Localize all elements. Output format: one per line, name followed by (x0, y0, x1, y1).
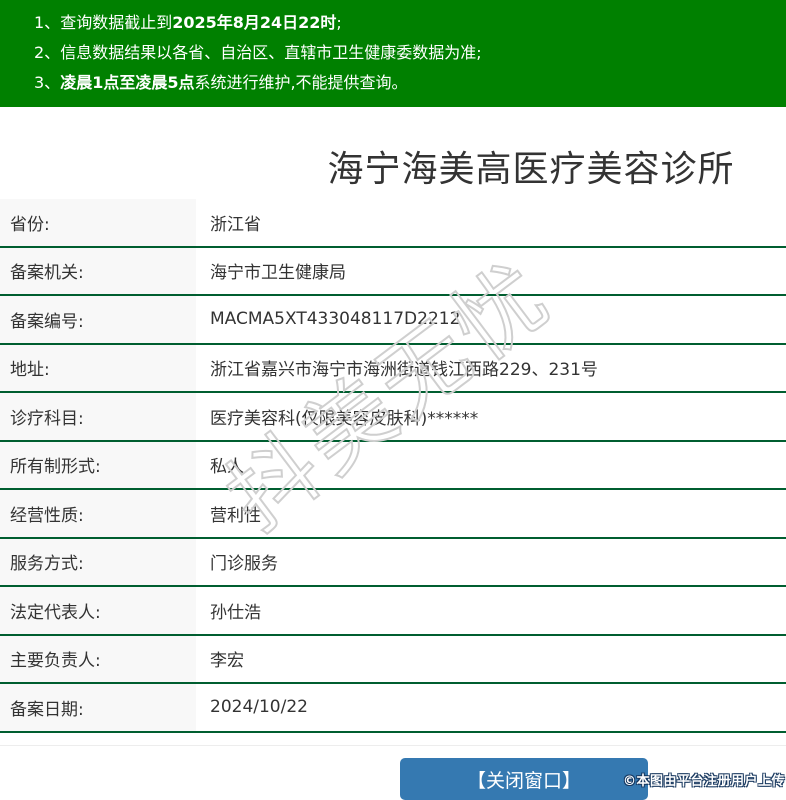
field-label: 备案编号: (0, 296, 196, 343)
field-value: 李宏 (196, 636, 786, 683)
row-filing-number: 备案编号: MACMA5XT433048117D2212 (0, 296, 786, 345)
field-label: 主要负责人: (0, 636, 196, 683)
row-filing-authority: 备案机关: 海宁市卫生健康局 (0, 248, 786, 297)
field-label: 服务方式: (0, 539, 196, 586)
field-value: MACMA5XT433048117D2212 (196, 296, 786, 343)
row-service-mode: 服务方式: 门诊服务 (0, 539, 786, 588)
notice-text: 查询数据截止到 (60, 13, 172, 32)
row-ownership-form: 所有制形式: 私人 (0, 442, 786, 491)
field-value: 浙江省嘉兴市海宁市海洲街道钱江西路229、231号 (196, 345, 786, 392)
row-legal-representative: 法定代表人: 孙仕浩 (0, 587, 786, 636)
row-operation-nature: 经营性质: 营利性 (0, 490, 786, 539)
field-value: 孙仕浩 (196, 587, 786, 634)
field-label: 地址: (0, 345, 196, 392)
notice-text-bold: 凌晨1点至凌晨5点 (60, 73, 194, 92)
footer-watermark: ©本图由平台注册用户上传 (623, 770, 785, 789)
notice-text: 信息数据结果以各省、自治区、直辖市卫生健康委数据为准; (60, 43, 481, 62)
field-label: 法定代表人: (0, 587, 196, 634)
field-value: 浙江省 (196, 199, 786, 246)
page-title: 海宁海美高医疗美容诊所 (276, 140, 786, 192)
table-bottom-divider (0, 745, 786, 746)
notice-number: 3、 (34, 73, 60, 92)
notice-line-3: 3、凌晨1点至凌晨5点系统进行维护,不能提供查询。 (34, 68, 774, 98)
record-table: 省份: 浙江省 备案机关: 海宁市卫生健康局 备案编号: MACMA5XT433… (0, 199, 786, 733)
row-address: 地址: 浙江省嘉兴市海宁市海洲街道钱江西路229、231号 (0, 345, 786, 394)
notice-line-1: 1、查询数据截止到2025年8月24日22时; (34, 8, 774, 38)
field-label: 备案日期: (0, 684, 196, 731)
field-value: 门诊服务 (196, 539, 786, 586)
field-value: 海宁市卫生健康局 (196, 248, 786, 295)
field-value: 2024/10/22 (196, 684, 786, 731)
notice-text: 系统进行维护,不能提供查询。 (194, 73, 407, 92)
notice-banner: 1、查询数据截止到2025年8月24日22时; 2、信息数据结果以各省、自治区、… (0, 0, 786, 107)
field-label: 诊疗科目: (0, 393, 196, 440)
notice-number: 1、 (34, 13, 60, 32)
field-label: 所有制形式: (0, 442, 196, 489)
notice-line-2: 2、信息数据结果以各省、自治区、直辖市卫生健康委数据为准; (34, 38, 774, 68)
field-value: 医疗美容科(仅限美容皮肤科)****** (196, 393, 786, 440)
notice-text-bold: 2025年8月24日22时 (172, 13, 336, 32)
field-label: 经营性质: (0, 490, 196, 537)
field-label: 省份: (0, 199, 196, 246)
row-principal: 主要负责人: 李宏 (0, 636, 786, 685)
row-filing-date: 备案日期: 2024/10/22 (0, 684, 786, 733)
row-treatment-subjects: 诊疗科目: 医疗美容科(仅限美容皮肤科)****** (0, 393, 786, 442)
field-value: 营利性 (196, 490, 786, 537)
field-value: 私人 (196, 442, 786, 489)
notice-text: ; (336, 13, 341, 32)
row-province: 省份: 浙江省 (0, 199, 786, 248)
field-label: 备案机关: (0, 248, 196, 295)
notice-number: 2、 (34, 43, 60, 62)
